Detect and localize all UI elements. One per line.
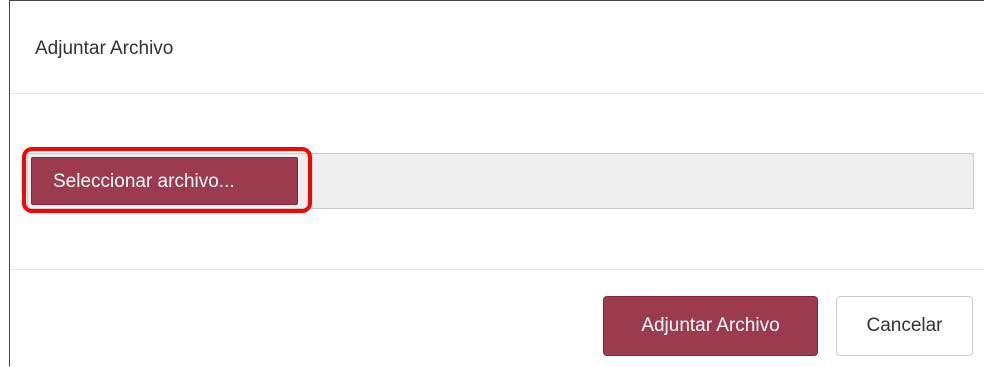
attach-file-dialog: Adjuntar Archivo Seleccionar archivo... … (9, 0, 984, 366)
modal-body: Seleccionar archivo... (10, 94, 984, 269)
file-input-group[interactable]: Seleccionar archivo... (27, 153, 974, 209)
cancel-button[interactable]: Cancelar (836, 296, 973, 356)
select-file-button[interactable]: Seleccionar archivo... (31, 157, 298, 205)
modal-title: Adjuntar Archivo (35, 38, 174, 59)
attach-file-button[interactable]: Adjuntar Archivo (603, 296, 818, 356)
modal-footer: Adjuntar Archivo Cancelar (10, 269, 984, 367)
modal-header: Adjuntar Archivo (10, 1, 984, 94)
